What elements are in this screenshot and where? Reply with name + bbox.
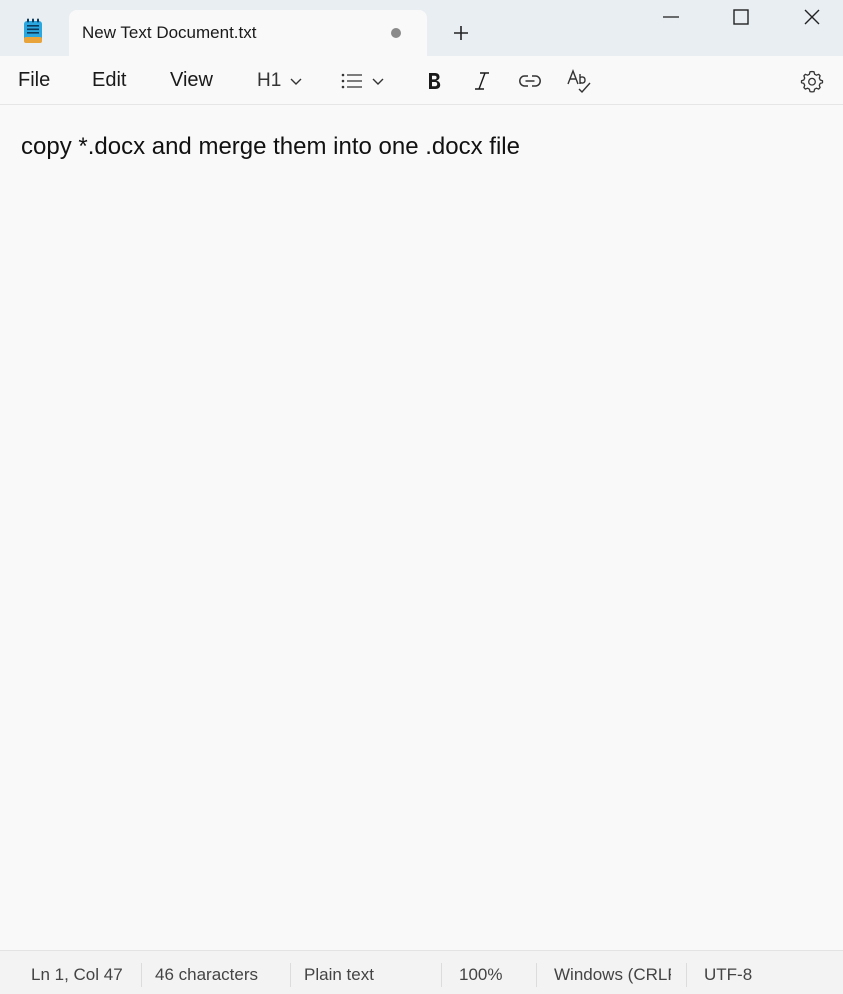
status-encoding[interactable]: UTF-8 <box>704 965 752 985</box>
maximize-icon <box>733 9 749 25</box>
tab-document[interactable]: New Text Document.txt <box>69 10 427 56</box>
bold-button[interactable] <box>423 66 445 96</box>
heading-label: H1 <box>257 70 282 91</box>
maximize-button[interactable] <box>711 0 771 34</box>
bulleted-list-icon <box>341 73 362 89</box>
title-bar: New Text Document.txt <box>0 0 843 56</box>
link-icon <box>519 75 541 87</box>
status-bar: Ln 1, Col 47 46 characters Plain text 10… <box>0 950 843 994</box>
heading-dropdown[interactable]: H1 <box>257 66 303 96</box>
status-zoom[interactable]: 100% <box>459 965 502 985</box>
minimize-button[interactable] <box>641 0 701 34</box>
chevron-down-icon <box>372 78 384 85</box>
status-divider <box>441 963 442 987</box>
new-tab-button[interactable] <box>444 18 478 48</box>
spell-check-icon <box>567 69 591 93</box>
settings-button[interactable] <box>799 66 825 96</box>
menu-view[interactable]: View <box>170 69 213 92</box>
link-button[interactable] <box>518 66 542 96</box>
status-line-ending[interactable]: Windows (CRLF) <box>554 965 671 985</box>
chevron-down-icon <box>290 78 302 85</box>
status-divider <box>141 963 142 987</box>
gear-icon <box>800 70 824 93</box>
italic-button[interactable] <box>471 66 493 96</box>
close-icon <box>804 9 820 25</box>
spell-check-button[interactable] <box>566 66 592 96</box>
unsaved-indicator-icon[interactable] <box>391 28 401 38</box>
plus-icon <box>454 26 468 40</box>
status-divider <box>290 963 291 987</box>
menu-file[interactable]: File <box>18 69 50 92</box>
toolbar: File Edit View H1 <box>0 56 843 105</box>
bold-icon <box>429 73 441 89</box>
list-dropdown[interactable] <box>341 66 385 96</box>
minimize-icon <box>663 16 679 18</box>
notepad-icon <box>22 18 44 44</box>
status-character-count: 46 characters <box>155 965 258 984</box>
status-cursor-position: Ln 1, Col 47 <box>31 965 123 984</box>
italic-icon <box>475 72 489 90</box>
menu-edit[interactable]: Edit <box>92 69 126 92</box>
editor-content[interactable]: copy *.docx and merge them into one .doc… <box>21 133 520 161</box>
text-editor[interactable]: copy *.docx and merge them into one .doc… <box>0 105 843 950</box>
status-format[interactable]: Plain text <box>304 965 374 985</box>
status-divider <box>686 963 687 987</box>
close-button[interactable] <box>782 0 842 34</box>
status-divider <box>536 963 537 987</box>
tab-title: New Text Document.txt <box>82 23 257 42</box>
